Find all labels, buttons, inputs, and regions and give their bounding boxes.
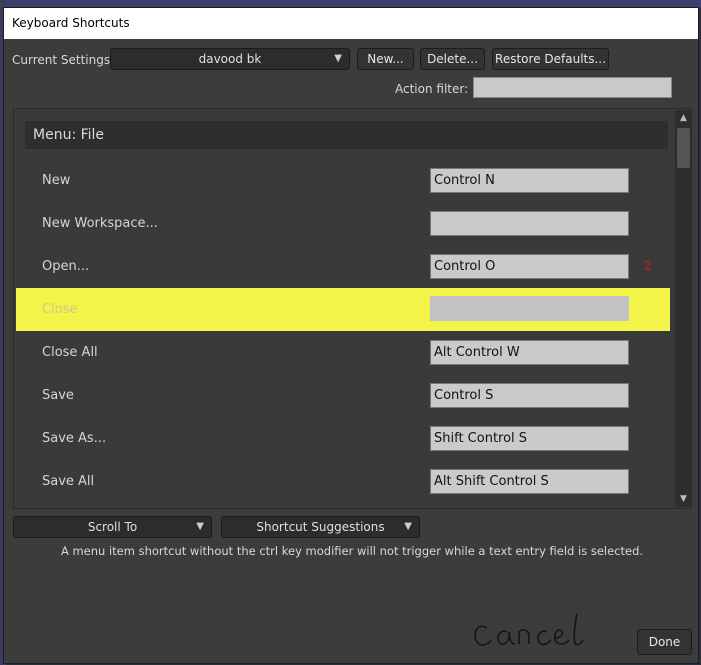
action-label: Save As...	[42, 431, 107, 446]
shortcut-field[interactable]: Shift Control S	[430, 426, 629, 451]
shortcut-field[interactable]	[430, 296, 629, 321]
conflict-count-badge: 2	[644, 259, 652, 273]
scroll-to-label: Scroll To	[87, 520, 138, 534]
action-filter-input[interactable]	[473, 77, 672, 98]
shortcut-row-save-as[interactable]: Save As... Shift Control S	[16, 417, 670, 460]
scroll-up-icon[interactable]: ▲	[675, 110, 692, 126]
chevron-down-icon: ▼	[404, 521, 412, 532]
shortcut-row-close-all[interactable]: Close All Alt Control W	[16, 331, 670, 374]
shortcut-row-save[interactable]: Save Control S	[16, 374, 670, 417]
shortcut-row-save-all[interactable]: Save All Alt Shift Control S	[16, 460, 670, 503]
scroll-down-icon[interactable]: ▼	[675, 491, 692, 507]
scrollbar-thumb[interactable]	[677, 128, 690, 168]
shortcut-suggestions-label: Shortcut Suggestions	[256, 520, 385, 534]
chevron-down-icon: ▼	[196, 521, 204, 532]
preset-dropdown[interactable]: davood bk ▼	[110, 48, 350, 70]
dialog-title: Keyboard Shortcuts	[4, 8, 698, 39]
chevron-down-icon: ▼	[334, 53, 342, 64]
restore-defaults-button[interactable]: Restore Defaults...	[492, 48, 609, 70]
action-label: New Workspace...	[42, 216, 158, 231]
settings-toolbar: Current Settings davood bk ▼ New... Dele…	[4, 48, 698, 72]
modifier-note: A menu item shortcut without the ctrl ke…	[60, 544, 644, 558]
action-label: Close	[42, 302, 78, 317]
action-label: New	[42, 173, 71, 188]
action-label: Save All	[42, 474, 95, 489]
handwritten-cancel-annotation	[474, 613, 584, 646]
shortcut-row-close[interactable]: Close	[16, 288, 670, 331]
action-filter-label: Action filter:	[395, 82, 469, 96]
section-header-file: Menu: File	[25, 121, 668, 149]
done-button[interactable]: Done	[637, 629, 692, 655]
shortcut-suggestions-dropdown[interactable]: Shortcut Suggestions ▼	[221, 516, 420, 538]
shortcut-field[interactable]: Alt Shift Control S	[430, 469, 629, 494]
new-preset-button[interactable]: New...	[357, 48, 414, 70]
action-label: Save	[42, 388, 74, 403]
shortcut-field[interactable]: Control N	[430, 168, 629, 193]
vertical-scrollbar[interactable]: ▲ ▼	[675, 110, 692, 507]
preset-value: davood bk	[198, 52, 262, 66]
shortcut-row-new[interactable]: New Control N	[16, 159, 670, 202]
action-label: Close All	[42, 345, 98, 360]
current-settings-label: Current Settings	[12, 53, 111, 67]
scroll-to-dropdown[interactable]: Scroll To ▼	[13, 516, 212, 538]
delete-preset-button[interactable]: Delete...	[420, 48, 485, 70]
shortcut-row-new-workspace[interactable]: New Workspace...	[16, 202, 670, 245]
action-label: Open...	[42, 259, 90, 274]
shortcut-list-panel: Menu: File New Control N New Workspace..…	[13, 108, 692, 509]
shortcut-field[interactable]: Control O	[430, 254, 629, 279]
shortcut-field[interactable]: Control S	[430, 383, 629, 408]
shortcut-field[interactable]	[430, 211, 629, 236]
shortcut-row-open[interactable]: Open... Control O 2	[16, 245, 670, 288]
keyboard-shortcuts-dialog: Keyboard Shortcuts Current Settings davo…	[3, 7, 699, 664]
shortcut-field[interactable]: Alt Control W	[430, 340, 629, 365]
